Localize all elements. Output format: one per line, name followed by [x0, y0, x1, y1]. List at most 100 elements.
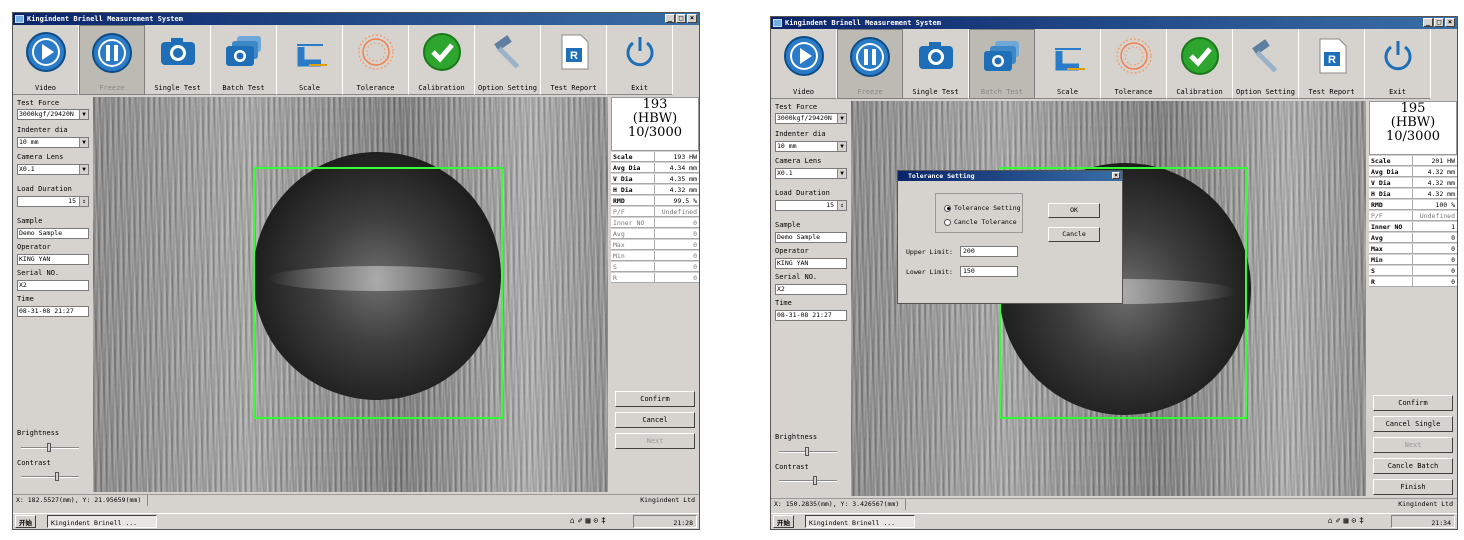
stat-row: RMD 100 % — [1369, 200, 1457, 210]
minimize-button[interactable]: _ — [665, 14, 675, 23]
chevron-down-icon[interactable]: ▼ — [79, 110, 88, 119]
indenter-field[interactable]: 10 mm ▼ — [17, 137, 89, 148]
stat-value: Undefined — [661, 208, 697, 216]
maximize-button[interactable]: □ — [1434, 18, 1444, 27]
chevron-down-icon[interactable]: ▼ — [79, 138, 88, 147]
lower-limit-input[interactable]: 150 — [960, 266, 1018, 277]
test-force-field[interactable]: 3000kgf/29420N ▼ — [775, 113, 847, 124]
slider-thumb[interactable] — [47, 443, 51, 452]
field-value: Demo Sample — [19, 229, 63, 237]
tray-icons[interactable]: ⌂✐▦⊙‡ — [570, 514, 609, 528]
close-button[interactable]: × — [687, 14, 697, 23]
chevron-down-icon[interactable]: ▼ — [837, 142, 846, 151]
test-force-label: Test Force — [17, 99, 60, 107]
toolbar-button-label: Option Setting — [1235, 88, 1295, 96]
slider-thumb[interactable] — [813, 476, 817, 485]
serial-field[interactable]: X2 — [775, 284, 847, 295]
close-button[interactable]: × — [1445, 18, 1455, 27]
time-field[interactable]: 08-31-08 21:27 — [775, 310, 847, 321]
stat-key: R — [1369, 277, 1413, 286]
toolbar-freeze-button[interactable]: Freeze — [79, 25, 145, 95]
toolbar-test-report-button[interactable]: Test Report — [1299, 29, 1365, 99]
dialog-close-button[interactable]: × — [1112, 172, 1120, 179]
contrast-slider[interactable] — [779, 476, 837, 485]
sample-field[interactable]: Demo Sample — [775, 232, 847, 243]
cancel-single-button[interactable]: Cancel Single — [1373, 416, 1453, 432]
toolbar-calibration-button[interactable]: Calibration — [409, 25, 475, 95]
taskbar-item-app[interactable]: Kingindent Brinell ... — [805, 515, 915, 528]
upper-limit-input[interactable]: 200 — [960, 246, 1018, 257]
scale-icon — [289, 31, 331, 73]
spin-arrows-icon[interactable]: ↕ — [79, 197, 88, 206]
system-clock[interactable]: 21:34 — [1391, 515, 1455, 528]
camera-field[interactable]: X0.1 ▼ — [17, 164, 89, 175]
toolbar-tolerance-button[interactable]: Tolerance — [343, 25, 409, 95]
chevron-down-icon[interactable]: ▼ — [837, 114, 846, 123]
toolbar-single-test-button[interactable]: Single Test — [145, 25, 211, 95]
indenter-field[interactable]: 10 mm ▼ — [775, 141, 847, 152]
spin-arrows-icon[interactable]: ↕ — [837, 201, 846, 210]
toolbar-freeze-button[interactable]: Freeze — [837, 29, 903, 99]
brightness-slider[interactable] — [779, 447, 837, 456]
toolbar-batch-test-button[interactable]: Batch Test — [969, 29, 1035, 99]
specimen-image-view[interactable] — [93, 97, 608, 492]
ok-button[interactable]: OK — [1048, 203, 1100, 218]
tray-icons[interactable]: ⌂✐▦⊙‡ — [1328, 514, 1367, 528]
minimize-button[interactable]: _ — [1423, 18, 1433, 27]
system-clock[interactable]: 21:28 — [633, 515, 697, 528]
toolbar-option-setting-button[interactable]: Option Setting — [475, 25, 541, 95]
maximize-button[interactable]: □ — [676, 14, 686, 23]
sample-field[interactable]: Demo Sample — [17, 228, 89, 239]
serial-field[interactable]: X2 — [17, 280, 89, 291]
measurement-box[interactable] — [253, 167, 503, 419]
time-label: Time — [775, 299, 792, 307]
toolbar-batch-test-button[interactable]: Batch Test — [211, 25, 277, 95]
field-value: X0.1 — [19, 165, 35, 173]
toolbar-button-label: Exit — [631, 84, 648, 92]
toolbar-test-report-button[interactable]: Test Report — [541, 25, 607, 95]
time-field[interactable]: 08-31-08 21:27 — [17, 306, 89, 317]
radio-tolerance-setting[interactable]: Tolerance Setting — [944, 204, 1021, 212]
toolbar-scale-button[interactable]: Scale — [1035, 29, 1101, 99]
toolbar-calibration-button[interactable]: Calibration — [1167, 29, 1233, 99]
test-force-field[interactable]: 3000kgf/29420N ▼ — [17, 109, 89, 120]
toolbar-exit-button[interactable]: Exit — [607, 25, 673, 95]
toolbar-option-setting-button[interactable]: Option Setting — [1233, 29, 1299, 99]
cancle-batch-button[interactable]: Cancle Batch — [1373, 458, 1453, 474]
toolbar-scale-button[interactable]: Scale — [277, 25, 343, 95]
start-button[interactable]: 开始 — [15, 515, 36, 528]
chevron-down-icon[interactable]: ▼ — [837, 169, 846, 178]
camera-field[interactable]: X0.1 ▼ — [775, 168, 847, 179]
slider-thumb[interactable] — [805, 447, 809, 456]
cancel-button[interactable]: Cancel — [615, 412, 695, 428]
cancel-button[interactable]: Cancle — [1048, 227, 1100, 242]
operator-field[interactable]: KING YAN — [775, 258, 847, 269]
next-button[interactable]: Next — [615, 433, 695, 449]
report-icon — [553, 31, 595, 73]
load-field[interactable]: 15 ↕ — [775, 200, 847, 211]
dialog-title-bar[interactable]: Tolerance Setting × — [898, 171, 1122, 181]
operator-field[interactable]: KING YAN — [17, 254, 89, 265]
window-title-bar[interactable]: Kingindent Brinell Measurement System _ … — [13, 13, 699, 25]
toolbar-button-label: Batch Test — [222, 84, 265, 92]
window-title-bar[interactable]: Kingindent Brinell Measurement System _ … — [771, 17, 1457, 29]
field-value: X2 — [19, 281, 27, 289]
taskbar-item-app[interactable]: Kingindent Brinell ... — [47, 515, 157, 528]
stat-row: Max 0 — [1369, 244, 1457, 254]
slider-thumb[interactable] — [55, 472, 59, 481]
finish-button[interactable]: Finish — [1373, 479, 1453, 495]
toolbar-tolerance-button[interactable]: Tolerance — [1101, 29, 1167, 99]
confirm-button[interactable]: Confirm — [615, 391, 695, 407]
brightness-slider[interactable] — [21, 443, 79, 452]
radio-cancel-tolerance[interactable]: Cancle Tolerance — [944, 218, 1017, 226]
chevron-down-icon[interactable]: ▼ — [79, 165, 88, 174]
toolbar-video-button[interactable]: Video — [771, 29, 837, 99]
start-button[interactable]: 开始 — [773, 515, 794, 528]
toolbar-single-test-button[interactable]: Single Test — [903, 29, 969, 99]
confirm-button[interactable]: Confirm — [1373, 395, 1453, 411]
contrast-slider[interactable] — [21, 472, 79, 481]
toolbar-exit-button[interactable]: Exit — [1365, 29, 1431, 99]
next-button[interactable]: Next — [1373, 437, 1453, 453]
toolbar-video-button[interactable]: Video — [13, 25, 79, 95]
load-field[interactable]: 15 ↕ — [17, 196, 89, 207]
